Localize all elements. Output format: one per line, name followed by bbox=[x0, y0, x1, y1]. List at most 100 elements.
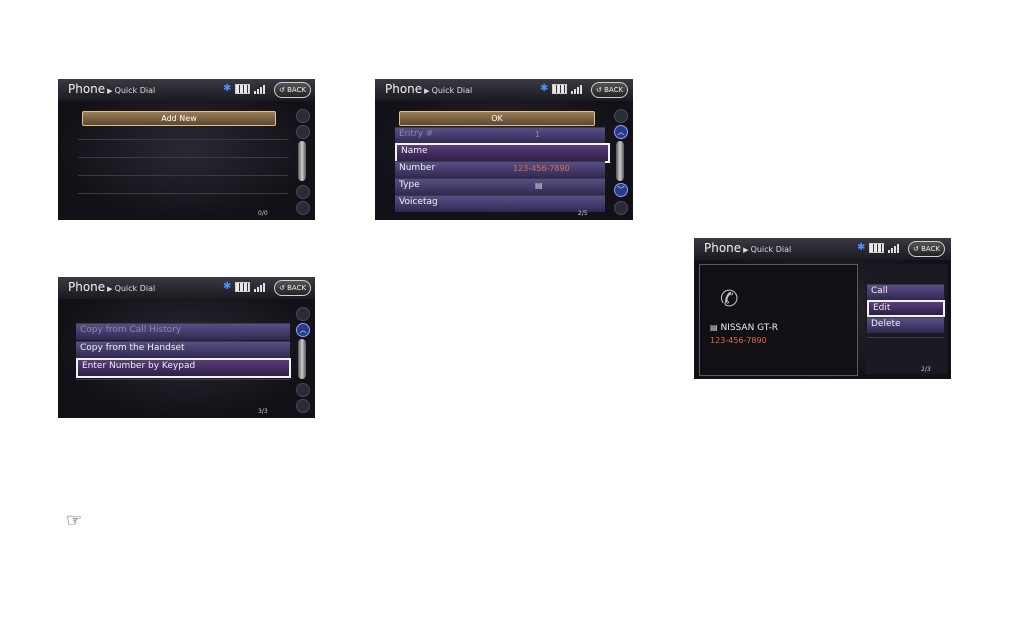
back-arrow-icon: ↺ bbox=[913, 245, 919, 253]
field-label: Voicetag bbox=[399, 197, 438, 207]
header-sub-title: Quick Dial bbox=[750, 245, 792, 254]
menu-item-copy-call-history[interactable]: Copy from Call History bbox=[76, 323, 290, 340]
signal-icon bbox=[254, 84, 266, 94]
status-icons: ✱ bbox=[223, 83, 266, 94]
menu-item-delete[interactable]: Delete bbox=[867, 317, 944, 333]
menu-item-label: Copy from Call History bbox=[80, 325, 182, 335]
header-sub-title: Quick Dial bbox=[431, 86, 473, 95]
scroll-top-button[interactable] bbox=[296, 109, 310, 123]
bluetooth-icon: ✱ bbox=[857, 242, 866, 253]
field-row-number[interactable]: Number 123-456-7890 bbox=[395, 161, 605, 178]
scroll-up-button[interactable] bbox=[296, 125, 310, 139]
page-counter: 2/3 bbox=[921, 366, 931, 373]
header-main-title: Phone bbox=[68, 82, 106, 96]
back-button[interactable]: ↺ BACK bbox=[591, 82, 629, 98]
back-button[interactable]: ↺ BACK bbox=[274, 82, 312, 98]
bluetooth-icon: ✱ bbox=[223, 83, 232, 94]
list-item bbox=[867, 337, 944, 354]
field-row-name[interactable]: Name bbox=[395, 143, 610, 163]
scroll-down-button[interactable] bbox=[296, 185, 310, 199]
chevron-up-icon: ︿ bbox=[617, 128, 625, 136]
header-sub-title: Quick Dial bbox=[114, 86, 156, 95]
back-label: BACK bbox=[287, 86, 307, 94]
field-row-entry-number[interactable]: Entry # 1 bbox=[395, 127, 605, 144]
list-item bbox=[78, 193, 288, 210]
battery-icon bbox=[869, 243, 885, 253]
phone-type-icon: ▤ bbox=[535, 181, 543, 190]
back-button[interactable]: ↺ BACK bbox=[274, 280, 312, 296]
status-icons: ✱ bbox=[540, 83, 583, 94]
action-menu: Call Edit Delete 2/3 bbox=[865, 264, 947, 374]
scroll-up-button[interactable]: ︿ bbox=[296, 323, 310, 337]
screen-copy-source: Phone ▶ Quick Dial ✱ ↺ BACK Copy from Call… bbox=[58, 277, 315, 418]
back-arrow-icon: ↺ bbox=[279, 284, 285, 292]
field-value: 123-456-7890 bbox=[513, 164, 570, 173]
list-item bbox=[76, 379, 290, 396]
ok-button[interactable]: OK bbox=[399, 111, 595, 126]
menu-item-label: Edit bbox=[873, 303, 891, 313]
menu-item-label: Copy from the Handset bbox=[80, 343, 185, 353]
scroll-down-button[interactable]: ﹀ bbox=[614, 183, 628, 197]
phone-type-icon: ▤ bbox=[710, 323, 718, 332]
scrollbar[interactable] bbox=[298, 339, 306, 379]
list-item bbox=[78, 139, 288, 156]
back-arrow-icon: ↺ bbox=[279, 86, 285, 94]
menu-item-enter-keypad[interactable]: Enter Number by Keypad bbox=[76, 358, 291, 378]
signal-icon bbox=[254, 282, 266, 292]
page-counter: 0/0 bbox=[258, 210, 268, 217]
scroll-top-button[interactable] bbox=[296, 307, 310, 321]
menu-item-label: Delete bbox=[871, 319, 901, 329]
scrollbar[interactable] bbox=[298, 141, 306, 181]
menu-item-label: Call bbox=[871, 286, 888, 296]
list-item bbox=[78, 157, 288, 174]
status-icons: ✱ bbox=[857, 242, 900, 253]
scroll-top-button[interactable] bbox=[614, 109, 628, 123]
pointing-hand-icon: ☞ bbox=[66, 510, 83, 531]
scroll-bottom-button[interactable] bbox=[296, 399, 310, 413]
page-counter: 3/3 bbox=[258, 408, 268, 415]
field-label: Name bbox=[401, 146, 428, 156]
field-label: Entry # bbox=[399, 129, 434, 139]
add-new-label: Add New bbox=[161, 114, 197, 123]
contact-number: 123-456-7890 bbox=[710, 336, 767, 345]
menu-item-edit[interactable]: Edit bbox=[867, 300, 945, 317]
back-label: BACK bbox=[604, 86, 624, 94]
battery-icon bbox=[552, 84, 568, 94]
header-main-title: Phone bbox=[704, 241, 742, 255]
screen-contact-detail: Phone ▶ Quick Dial ✱ ↺ BACK ✆ ▤ NISSAN GT-… bbox=[694, 238, 951, 379]
page-counter: 2/5 bbox=[578, 210, 588, 217]
header-bar: Phone ▶ Quick Dial ✱ ↺ BACK bbox=[58, 277, 315, 299]
list-item bbox=[78, 175, 288, 192]
header-bar: Phone ▶ Quick Dial ✱ ↺ BACK bbox=[58, 79, 315, 101]
header-main-title: Phone bbox=[385, 82, 423, 96]
chevron-down-icon: ﹀ bbox=[617, 186, 625, 194]
field-row-voicetag[interactable]: Voicetag bbox=[395, 195, 605, 212]
battery-icon bbox=[235, 84, 251, 94]
field-label: Type bbox=[399, 180, 420, 190]
breadcrumb-arrow-icon: ▶ bbox=[107, 285, 113, 293]
signal-icon bbox=[571, 84, 583, 94]
field-row-type[interactable]: Type ▤ bbox=[395, 178, 605, 195]
header-main-title: Phone bbox=[68, 280, 106, 294]
scroll-bottom-button[interactable] bbox=[614, 201, 628, 215]
bluetooth-icon: ✱ bbox=[540, 83, 549, 94]
header-sub-title: Quick Dial bbox=[114, 284, 156, 293]
back-label: BACK bbox=[921, 245, 941, 253]
screen-entry-edit: Phone ▶ Quick Dial ✱ ↺ BACK OK Entry # 1 N… bbox=[375, 79, 633, 220]
scroll-up-button[interactable]: ︿ bbox=[614, 125, 628, 139]
header-bar: Phone ▶ Quick Dial ✱ ↺ BACK bbox=[375, 79, 633, 101]
menu-item-call[interactable]: Call bbox=[867, 284, 944, 300]
header-title: Phone ▶ Quick Dial bbox=[68, 82, 155, 96]
scrollbar[interactable] bbox=[616, 141, 624, 181]
menu-item-copy-handset[interactable]: Copy from the Handset bbox=[76, 341, 290, 358]
breadcrumb-arrow-icon: ▶ bbox=[107, 87, 113, 95]
back-label: BACK bbox=[287, 284, 307, 292]
chevron-up-icon: ︿ bbox=[299, 326, 307, 334]
scroll-bottom-button[interactable] bbox=[296, 201, 310, 215]
header-title: Phone ▶ Quick Dial bbox=[704, 241, 791, 255]
phone-handset-icon: ✆ bbox=[720, 287, 739, 312]
scroll-down-button[interactable] bbox=[296, 383, 310, 397]
back-button[interactable]: ↺ BACK bbox=[908, 241, 946, 257]
status-icons: ✱ bbox=[223, 282, 266, 292]
add-new-button[interactable]: Add New bbox=[82, 111, 276, 126]
